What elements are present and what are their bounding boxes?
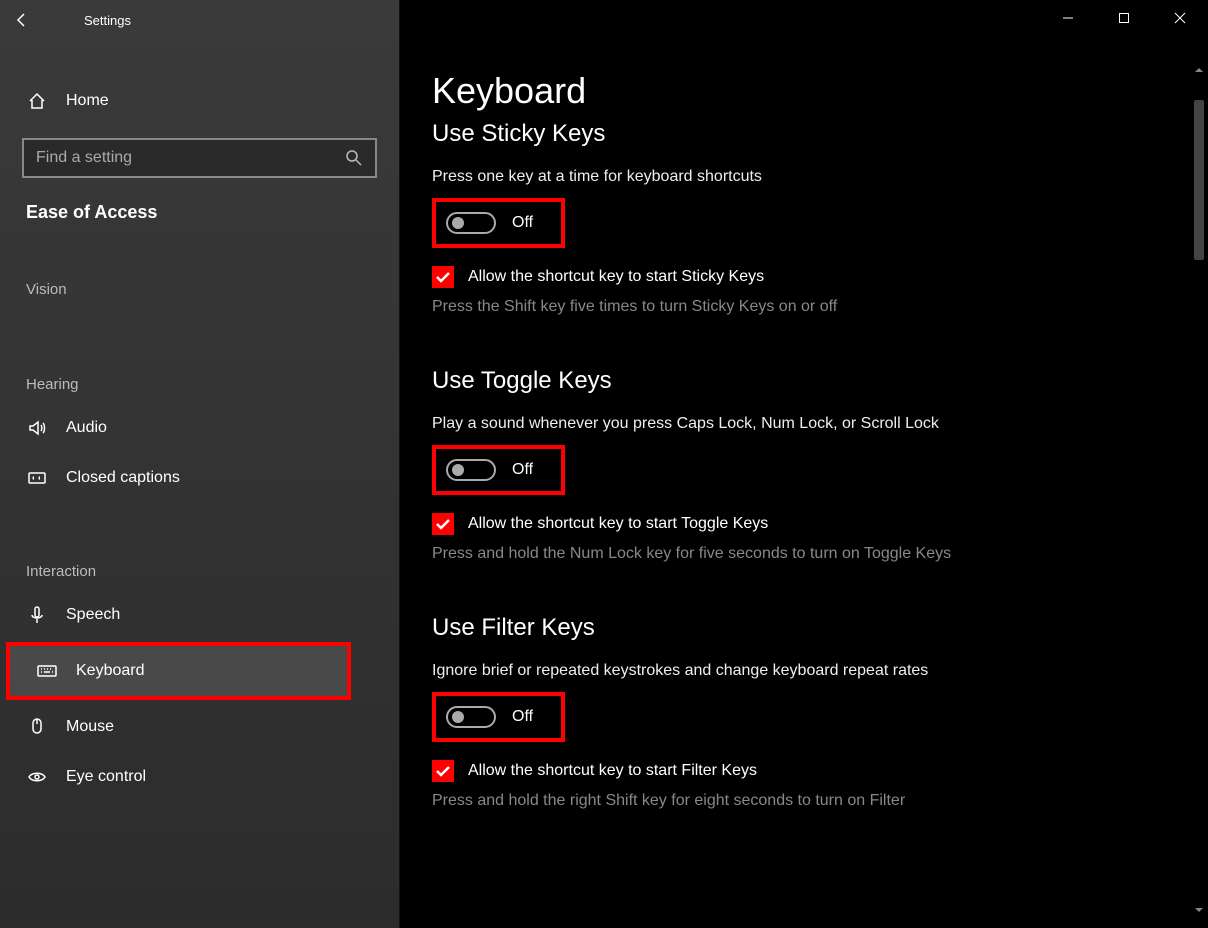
- nav-keyboard[interactable]: Keyboard: [10, 646, 347, 696]
- settings-window: Settings Home Ease of Access Vision Hear…: [0, 0, 1208, 928]
- page-title: Keyboard: [432, 70, 1148, 112]
- sticky-checkbox-row[interactable]: Allow the shortcut key to start Sticky K…: [432, 266, 1002, 288]
- nav-home-label: Home: [66, 92, 109, 110]
- filter-toggle-state: Off: [512, 708, 533, 726]
- window-controls: [1040, 0, 1208, 36]
- toggle-heading: Use Toggle Keys: [432, 367, 1002, 395]
- toggle-switch: [446, 212, 496, 234]
- minimize-button[interactable]: [1040, 0, 1096, 36]
- toggle-hint: Press and hold the Num Lock key for five…: [432, 543, 1002, 565]
- checkbox-checked-icon: [432, 266, 454, 288]
- group-hearing: Hearing: [0, 356, 399, 403]
- checkbox-checked-icon: [432, 513, 454, 535]
- toggle-check-label: Allow the shortcut key to start Toggle K…: [468, 515, 768, 533]
- search-box[interactable]: [22, 138, 377, 178]
- group-vision: Vision: [0, 261, 399, 308]
- filter-heading: Use Filter Keys: [432, 614, 1002, 642]
- sticky-desc: Press one key at a time for keyboard sho…: [432, 166, 1002, 188]
- nav-audio-label: Audio: [66, 419, 107, 437]
- sticky-toggle[interactable]: Off: [438, 204, 541, 242]
- section-toggle-keys: Use Toggle Keys Play a sound whenever yo…: [432, 367, 1002, 566]
- nav-closed-captions[interactable]: Closed captions: [0, 453, 399, 503]
- captions-icon: [26, 467, 48, 489]
- filter-check-label: Allow the shortcut key to start Filter K…: [468, 762, 757, 780]
- scroll-up-icon[interactable]: [1190, 60, 1208, 80]
- toggle-desc: Play a sound whenever you press Caps Loc…: [432, 413, 1002, 435]
- group-interaction: Interaction: [0, 543, 399, 590]
- filter-toggle[interactable]: Off: [438, 698, 541, 736]
- vertical-scrollbar[interactable]: [1190, 60, 1208, 920]
- filter-checkbox-row[interactable]: Allow the shortcut key to start Filter K…: [432, 760, 1002, 782]
- toggle-switch: [446, 459, 496, 481]
- sidebar: Settings Home Ease of Access Vision Hear…: [0, 0, 400, 928]
- maximize-button[interactable]: [1096, 0, 1152, 36]
- sticky-hint: Press the Shift key five times to turn S…: [432, 296, 1002, 318]
- home-icon: [26, 90, 48, 112]
- scroll-track[interactable]: [1190, 80, 1208, 900]
- toggle-toggle[interactable]: Off: [438, 451, 541, 489]
- titlebar: Settings: [0, 0, 399, 40]
- mouse-icon: [26, 716, 48, 738]
- sticky-toggle-state: Off: [512, 214, 533, 232]
- nav-mouse-label: Mouse: [66, 718, 114, 736]
- scroll-down-icon[interactable]: [1190, 900, 1208, 920]
- eye-icon: [26, 766, 48, 788]
- keyboard-icon: [36, 660, 58, 682]
- nav-eye-control-label: Eye control: [66, 768, 146, 786]
- filter-desc: Ignore brief or repeated keystrokes and …: [432, 660, 1002, 682]
- toggle-toggle-state: Off: [512, 461, 533, 479]
- nav-home[interactable]: Home: [0, 80, 399, 122]
- toggle-switch: [446, 706, 496, 728]
- window-title: Settings: [44, 13, 131, 28]
- nav-speech[interactable]: Speech: [0, 590, 399, 640]
- nav-closed-captions-label: Closed captions: [66, 469, 180, 487]
- sticky-heading: Use Sticky Keys: [432, 120, 1002, 148]
- back-button[interactable]: [0, 0, 44, 40]
- nav-audio[interactable]: Audio: [0, 403, 399, 453]
- highlight-keyboard-nav: Keyboard: [6, 642, 351, 700]
- speaker-icon: [26, 417, 48, 439]
- nav-speech-label: Speech: [66, 606, 120, 624]
- checkbox-checked-icon: [432, 760, 454, 782]
- section-sticky-keys: Use Sticky Keys Press one key at a time …: [432, 120, 1002, 319]
- nav-keyboard-label: Keyboard: [76, 662, 145, 680]
- filter-hint: Press and hold the right Shift key for e…: [432, 790, 1002, 812]
- highlight-toggle-toggle: Off: [432, 445, 565, 495]
- highlight-filter-toggle: Off: [432, 692, 565, 742]
- main-panel: Keyboard Use Sticky Keys Press one key a…: [400, 0, 1208, 928]
- search-icon: [345, 149, 363, 167]
- close-button[interactable]: [1152, 0, 1208, 36]
- search-input[interactable]: [36, 149, 345, 167]
- category-header: Ease of Access: [0, 178, 399, 229]
- scroll-thumb[interactable]: [1194, 100, 1204, 260]
- section-filter-keys: Use Filter Keys Ignore brief or repeated…: [432, 614, 1002, 813]
- nav-eye-control[interactable]: Eye control: [0, 752, 399, 802]
- highlight-sticky-toggle: Off: [432, 198, 565, 248]
- toggle-checkbox-row[interactable]: Allow the shortcut key to start Toggle K…: [432, 513, 1002, 535]
- microphone-icon: [26, 604, 48, 626]
- sticky-check-label: Allow the shortcut key to start Sticky K…: [468, 268, 764, 286]
- nav-mouse[interactable]: Mouse: [0, 702, 399, 752]
